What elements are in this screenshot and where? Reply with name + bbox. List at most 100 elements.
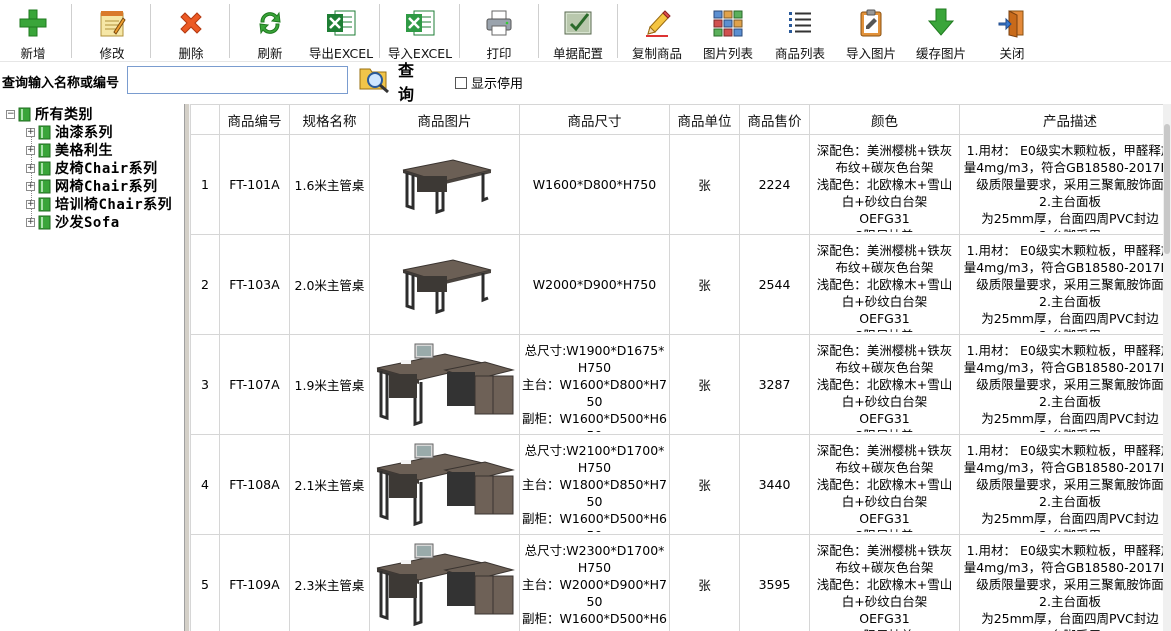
product-code-cell[interactable]: FT-108A bbox=[219, 434, 290, 535]
delete-button[interactable]: 删除 bbox=[162, 0, 220, 62]
image-list-button[interactable]: 图片列表 bbox=[697, 0, 759, 62]
table-row[interactable]: 1 FT-101A 1.6米主管桌 W1600*D800*H750 张 2224 深配色：美… bbox=[190, 134, 1171, 235]
tree-node-paint[interactable]: + 油漆系列 bbox=[26, 123, 113, 141]
product-image-cell[interactable] bbox=[369, 134, 520, 235]
doc-config-button[interactable]: 单据配置 bbox=[547, 0, 609, 62]
query-button[interactable]: 查 询 bbox=[358, 61, 443, 104]
product-code-cell[interactable]: FT-103A bbox=[219, 234, 290, 335]
description-text: 1.用材： E0级实木颗粒板，甲醛释放量4mg/m3，符合GB18580-201… bbox=[963, 242, 1171, 332]
table-row[interactable]: 2 FT-103A 2.0米主管桌 W2000*D900*H750 张 2544 深配色：美… bbox=[190, 234, 1171, 335]
refresh-button[interactable]: 刷新 bbox=[241, 0, 299, 62]
product-code-cell[interactable]: FT-107A bbox=[219, 334, 290, 435]
tree-node-sofa[interactable]: + 沙发Sofa bbox=[26, 213, 120, 231]
table-row[interactable]: 5 FT-109A 2.3米主管桌 总尺寸:W2300*D1700*H750 主台：W… bbox=[190, 534, 1171, 631]
spec-name-cell[interactable]: 2.0米主管桌 bbox=[289, 234, 370, 335]
product-size-cell[interactable]: W1600*D800*H750 bbox=[519, 134, 670, 235]
row-index[interactable]: 2 bbox=[190, 234, 220, 335]
toolbar-divider bbox=[538, 4, 539, 58]
product-list-button[interactable]: 商品列表 bbox=[769, 0, 831, 62]
product-unit-cell[interactable]: 张 bbox=[669, 134, 740, 235]
copy-product-button[interactable]: 复制商品 bbox=[626, 0, 688, 62]
tree-node-root[interactable]: − 所有类别 bbox=[6, 105, 93, 123]
row-index[interactable]: 3 bbox=[190, 334, 220, 435]
search-input[interactable] bbox=[127, 66, 348, 94]
column-header[interactable] bbox=[190, 104, 220, 135]
product-price-cell[interactable]: 3287 bbox=[739, 334, 810, 435]
tree-node-mesh-chair[interactable]: + 网椅Chair系列 bbox=[26, 177, 158, 195]
spec-name-cell[interactable]: 2.1米主管桌 bbox=[289, 434, 370, 535]
color-cell[interactable]: 深配色：美洲樱桃+铁灰布纹+碳灰色台架 浅配色：北欧橡木+雪山白+砂纹白台架 O… bbox=[809, 534, 960, 631]
column-header[interactable]: 商品图片 bbox=[369, 104, 520, 135]
expand-icon[interactable]: + bbox=[26, 181, 35, 191]
import-image-button[interactable]: 导入图片 bbox=[840, 0, 902, 62]
expand-icon[interactable]: + bbox=[26, 163, 35, 173]
product-unit-cell[interactable]: 张 bbox=[669, 334, 740, 435]
product-unit-cell[interactable]: 张 bbox=[669, 234, 740, 335]
product-image-cell[interactable] bbox=[369, 434, 520, 535]
description-text: 1.用材： E0级实木颗粒板，甲醛释放量4mg/m3，符合GB18580-201… bbox=[963, 342, 1171, 432]
tree-node-meige[interactable]: + 美格利生 bbox=[26, 141, 113, 159]
column-header[interactable]: 商品尺寸 bbox=[519, 104, 670, 135]
column-header[interactable]: 产品描述 bbox=[959, 104, 1171, 135]
product-unit-cell[interactable]: 张 bbox=[669, 434, 740, 535]
color-cell[interactable]: 深配色：美洲樱桃+铁灰布纹+碳灰色台架 浅配色：北欧橡木+雪山白+砂纹白台架 O… bbox=[809, 434, 960, 535]
description-cell[interactable]: 1.用材： E0级实木颗粒板，甲醛释放量4mg/m3，符合GB18580-201… bbox=[959, 334, 1171, 435]
new-button[interactable]: 新增 bbox=[5, 0, 61, 62]
product-price-cell[interactable]: 2224 bbox=[739, 134, 810, 235]
expand-icon[interactable]: + bbox=[26, 145, 35, 155]
table-row[interactable]: 3 FT-107A 1.9米主管桌 总尺寸:W1900*D1675*H750 主台：W… bbox=[190, 334, 1171, 435]
column-header[interactable]: 颜色 bbox=[809, 104, 960, 135]
product-price-cell[interactable]: 3440 bbox=[739, 434, 810, 535]
product-grid: 商品编号 规格名称 商品图片 商品尺寸 商品单位 商品售价 颜色 产品描述 1F… bbox=[190, 104, 1171, 631]
color-cell[interactable]: 深配色：美洲樱桃+铁灰布纹+碳灰色台架 浅配色：北欧橡木+雪山白+砂纹白台架 O… bbox=[809, 334, 960, 435]
row-index[interactable]: 4 bbox=[190, 434, 220, 535]
product-unit-cell[interactable]: 张 bbox=[669, 534, 740, 631]
scrollbar-thumb[interactable] bbox=[1164, 124, 1170, 254]
cache-image-button[interactable]: 缓存图片 bbox=[910, 0, 972, 62]
spec-name-cell[interactable]: 2.3米主管桌 bbox=[289, 534, 370, 631]
checkbox-box[interactable] bbox=[455, 76, 467, 89]
row-index[interactable]: 1 bbox=[190, 134, 220, 235]
description-cell[interactable]: 1.用材： E0级实木颗粒板，甲醛释放量4mg/m3，符合GB18580-201… bbox=[959, 434, 1171, 535]
column-header[interactable]: 商品单位 bbox=[669, 104, 740, 135]
product-size-cell[interactable]: 总尺寸:W1900*D1675*H750 主台：W1600*D800*H750 … bbox=[519, 334, 670, 435]
product-code-cell[interactable]: FT-109A bbox=[219, 534, 290, 631]
product-size-cell[interactable]: 总尺寸:W2300*D1700*H750 主台：W2000*D900*H750 … bbox=[519, 534, 670, 631]
product-image-cell[interactable] bbox=[369, 234, 520, 335]
column-header[interactable]: 商品编号 bbox=[219, 104, 290, 135]
row-index[interactable]: 5 bbox=[190, 534, 220, 631]
tree-node-training-chair[interactable]: + 培训椅Chair系列 bbox=[26, 195, 172, 213]
product-size-cell[interactable]: W2000*D900*H750 bbox=[519, 234, 670, 335]
vertical-scrollbar[interactable] bbox=[1163, 104, 1171, 631]
table-row[interactable]: 4 FT-108A 2.1米主管桌 总尺寸:W2100*D1700*H750 主台：W… bbox=[190, 434, 1171, 535]
expand-icon[interactable]: + bbox=[26, 199, 35, 209]
product-code-cell[interactable]: FT-101A bbox=[219, 134, 290, 235]
color-cell[interactable]: 深配色：美洲樱桃+铁灰布纹+碳灰色台架 浅配色：北欧橡木+雪山白+砂纹白台架 O… bbox=[809, 234, 960, 335]
tree-node-leather-chair[interactable]: + 皮椅Chair系列 bbox=[26, 159, 158, 177]
export-excel-button[interactable]: 导出EXCEL bbox=[306, 0, 376, 62]
book-icon bbox=[38, 215, 51, 229]
spec-name-cell[interactable]: 1.9米主管桌 bbox=[289, 334, 370, 435]
print-button[interactable]: 打印 bbox=[470, 0, 528, 62]
product-size-cell[interactable]: 总尺寸:W2100*D1700*H750 主台：W1800*D850*H750 … bbox=[519, 434, 670, 535]
import-excel-button[interactable]: 导入EXCEL bbox=[385, 0, 455, 62]
toolbar-divider bbox=[617, 4, 618, 58]
column-header[interactable]: 商品售价 bbox=[739, 104, 810, 135]
expand-icon[interactable]: + bbox=[26, 127, 35, 137]
product-price-cell[interactable]: 2544 bbox=[739, 234, 810, 335]
spec-name-cell[interactable]: 1.6米主管桌 bbox=[289, 134, 370, 235]
description-cell[interactable]: 1.用材： E0级实木颗粒板，甲醛释放量4mg/m3，符合GB18580-201… bbox=[959, 134, 1171, 235]
description-cell[interactable]: 1.用材： E0级实木颗粒板，甲醛释放量4mg/m3，符合GB18580-201… bbox=[959, 234, 1171, 335]
description-cell[interactable]: 1.用材： E0级实木颗粒板，甲醛释放量4mg/m3，符合GB18580-201… bbox=[959, 534, 1171, 631]
expand-icon[interactable]: + bbox=[26, 217, 35, 227]
show-disabled-checkbox[interactable]: 显示停用 bbox=[455, 73, 523, 92]
collapse-icon[interactable]: − bbox=[6, 109, 15, 119]
column-header[interactable]: 规格名称 bbox=[289, 104, 370, 135]
color-cell[interactable]: 深配色：美洲樱桃+铁灰布纹+碳灰色台架 浅配色：北欧橡木+雪山白+砂纹白台架 O… bbox=[809, 134, 960, 235]
product-price-cell[interactable]: 3595 bbox=[739, 534, 810, 631]
color-text: 深配色：美洲樱桃+铁灰布纹+碳灰色台架 浅配色：北欧橡木+雪山白+砂纹白台架 O… bbox=[816, 342, 953, 432]
product-image-cell[interactable] bbox=[369, 534, 520, 631]
edit-button[interactable]: 修改 bbox=[83, 0, 141, 62]
close-button[interactable]: 关闭 bbox=[990, 0, 1034, 62]
product-image-cell[interactable] bbox=[369, 334, 520, 435]
